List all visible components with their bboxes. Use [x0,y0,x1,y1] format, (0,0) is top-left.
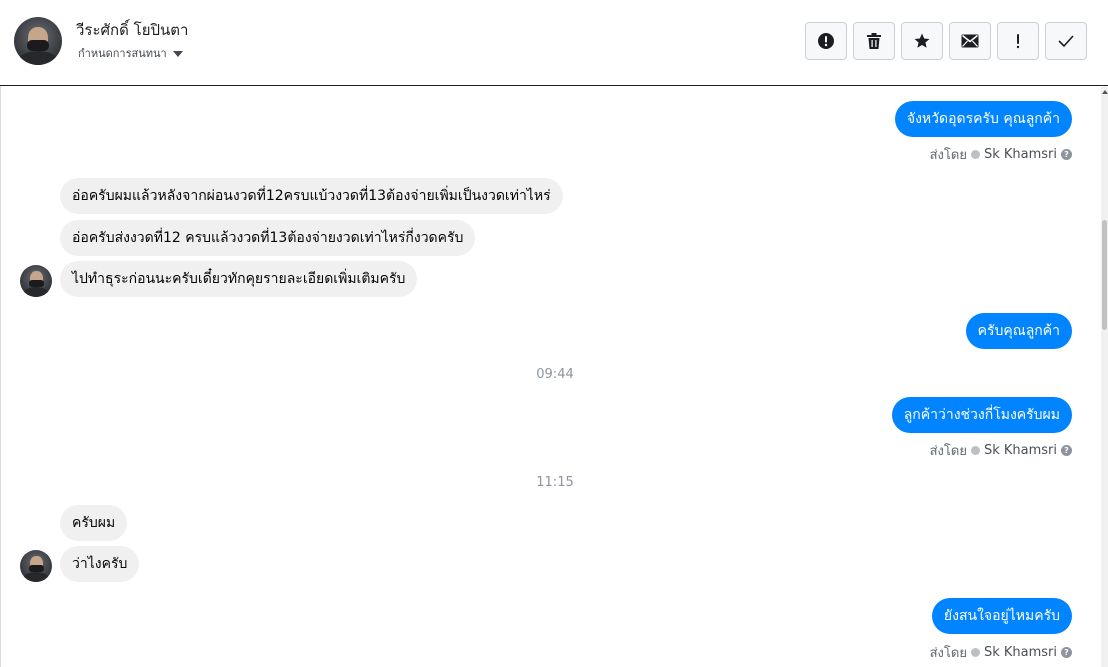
agent-name[interactable]: Sk Khamsri [984,147,1057,162]
verified-check-icon [970,150,980,159]
incoming-message[interactable]: อ่อครับส่งงวดที่12 ครบแล้วงวดที่13ต้องจ่… [60,220,476,256]
sent-by-label: ส่งโดย [929,444,967,459]
sent-by-info: ส่งโดย Sk Khamsri ? [930,144,1072,165]
sent-by-info: ส่งโดย Sk Khamsri ? [930,440,1072,461]
help-icon[interactable]: ? [1061,445,1072,456]
outgoing-message[interactable]: ลูกค้าว่างช่วงกี่โมงครับผม [891,397,1072,433]
check-icon [1057,34,1075,48]
contact-avatar-small[interactable] [20,265,52,297]
incoming-message[interactable]: ว่าไงครับ [60,546,140,582]
help-icon[interactable]: ? [1061,149,1072,160]
verified-check-icon [970,446,980,455]
agent-name[interactable]: Sk Khamsri [984,645,1057,660]
mark-unread-button[interactable] [949,22,991,60]
incoming-message[interactable]: อ่อครับผมแล้วหลังจากผ่อนงวดที่12ครบแบ้วง… [60,178,563,214]
spam-button[interactable] [805,22,847,60]
sent-by-info: ส่งโดย Sk Khamsri ? [930,642,1072,663]
incoming-message[interactable]: ไปทำธุระก่อนนะครับเดี๋ยวทักคุยรายละเอียด… [60,261,418,297]
envelope-icon [961,34,979,48]
timestamp: 11:15 [536,475,574,490]
scrollbar-thumb[interactable] [1102,220,1107,330]
verified-check-icon [970,648,980,657]
mark-done-button[interactable] [1045,22,1087,60]
scroll-up-arrow-icon[interactable] [1102,90,1108,94]
exclamation-icon [1015,33,1021,49]
assign-conversation-dropdown[interactable]: กำหนดการสนทนา [78,44,183,62]
contact-avatar[interactable] [14,17,62,65]
alert-circle-icon [817,32,835,50]
contact-avatar-small[interactable] [20,550,52,582]
outgoing-message[interactable]: ยังสนใจอยู่ไหมครับ [931,598,1072,634]
delete-button[interactable] [853,22,895,60]
follow-up-button[interactable] [997,22,1039,60]
star-icon [913,32,931,50]
outgoing-message[interactable]: ครับคุณลูกค้า [965,313,1072,349]
action-toolbar [805,22,1087,60]
caret-down-icon [172,50,183,57]
agent-name[interactable]: Sk Khamsri [984,443,1057,458]
sent-by-label: ส่งโดย [929,148,967,163]
sent-by-label: ส่งโดย [929,646,967,661]
trash-icon [866,32,882,50]
star-button[interactable] [901,22,943,60]
conversation-header: วีระศักดิ์ โยปินตา กำหนดการสนทนา [0,0,1108,86]
contact-name[interactable]: วีระศักดิ์ โยปินตา [76,18,188,42]
outgoing-message[interactable]: จังหวัดอุดรครับ คุณลูกค้า [894,101,1072,137]
timestamp: 09:44 [536,367,574,382]
assign-label: กำหนดการสนทนา [78,47,167,60]
incoming-message[interactable]: ครับผม [60,505,128,541]
help-icon[interactable]: ? [1061,647,1072,658]
